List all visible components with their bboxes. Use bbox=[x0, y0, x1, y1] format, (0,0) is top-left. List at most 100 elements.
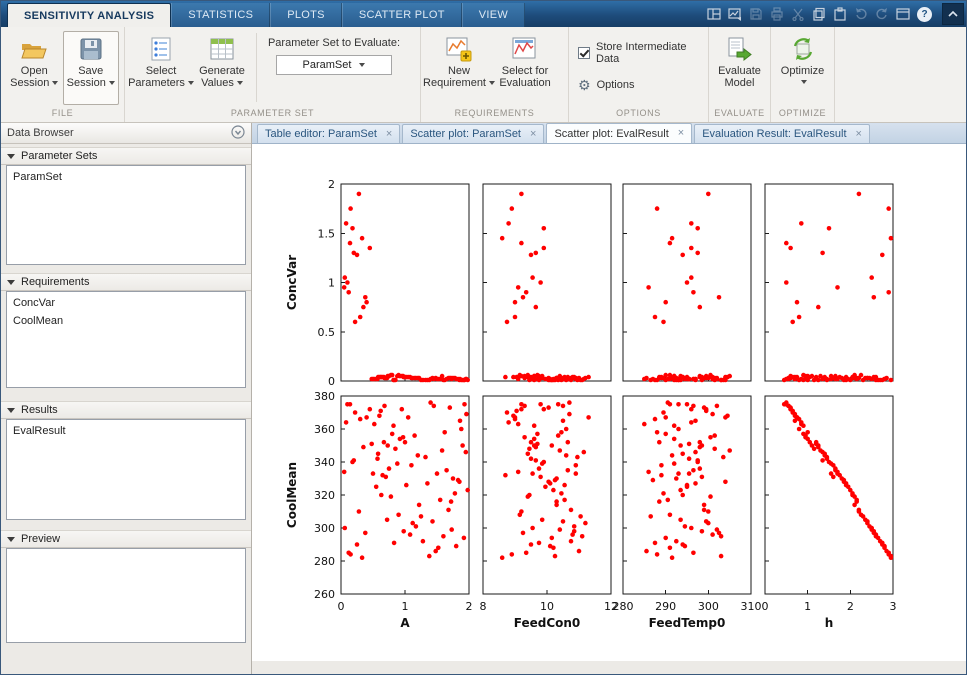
collapse-triangle-icon bbox=[7, 407, 15, 413]
svg-text:1.5: 1.5 bbox=[318, 227, 336, 240]
svg-text:310: 310 bbox=[741, 600, 762, 613]
select-for-evaluation-button[interactable]: Select for Evaluation bbox=[492, 31, 558, 105]
svg-text:0: 0 bbox=[338, 600, 345, 613]
svg-text:3: 3 bbox=[890, 600, 897, 613]
new-requirement-button[interactable]: New Requirement bbox=[423, 31, 495, 105]
ribbon-group-parameter-set: Select Parameters Generate Values Parame… bbox=[125, 27, 421, 122]
section-header-requirements[interactable]: Requirements bbox=[1, 273, 251, 291]
svg-text:290: 290 bbox=[655, 600, 676, 613]
tab-view[interactable]: VIEW bbox=[461, 3, 526, 27]
tab-sensitivity-analysis[interactable]: SENSITIVITY ANALYSIS bbox=[7, 3, 172, 27]
scatter-plot-canvas[interactable]: ConcVar 0 0.5 1 1.5 2 CoolMean 260 280 300 320 340 3… bbox=[252, 144, 966, 661]
new-requirement-label2: Requirement bbox=[423, 77, 486, 89]
generate-values-icon bbox=[210, 35, 234, 63]
preview-box bbox=[6, 548, 246, 643]
svg-text:CoolMean: CoolMean bbox=[285, 462, 299, 528]
minimize-toolstrip-icon[interactable] bbox=[942, 3, 964, 25]
section-header-results[interactable]: Results bbox=[1, 401, 251, 419]
dropdown-caret-icon bbox=[801, 80, 807, 84]
data-browser-header: Data Browser bbox=[1, 123, 251, 144]
options-button[interactable]: ⚙ Options bbox=[578, 78, 699, 92]
svg-text:0: 0 bbox=[328, 375, 335, 388]
checkbox-checked-icon bbox=[578, 47, 590, 59]
doc-tab-scatter-paramset[interactable]: Scatter plot: ParamSet × bbox=[402, 124, 545, 143]
section-title: Parameter Sets bbox=[21, 150, 98, 162]
doc-tab-label: Scatter plot: EvalResult bbox=[554, 127, 669, 140]
svg-text:2: 2 bbox=[847, 600, 854, 613]
scatter-plot-matrix[interactable]: ConcVar00.511.52CoolMean2602803003203403… bbox=[252, 144, 964, 661]
print-icon[interactable] bbox=[766, 4, 787, 24]
select-for-evaluation-label1: Select for bbox=[501, 65, 549, 77]
evaluate-model-label2: Model bbox=[724, 77, 755, 89]
doc-tab-label: Table editor: ParamSet bbox=[265, 128, 377, 140]
toolstrip-tab-bar: SENSITIVITY ANALYSIS STATISTICS PLOTS SC… bbox=[1, 1, 966, 27]
window-icon[interactable] bbox=[892, 4, 913, 24]
optimize-icon bbox=[791, 35, 815, 63]
cut-icon[interactable] bbox=[787, 4, 808, 24]
ribbon-group-evaluate: Evaluate Model EVALUATE bbox=[709, 27, 771, 122]
requirements-list[interactable]: ConcVar CoolMean bbox=[6, 291, 246, 388]
ribbon-group-requirements: New Requirement Select for Evaluation RE… bbox=[421, 27, 569, 122]
chevron-down-icon bbox=[359, 63, 366, 67]
paste-icon[interactable] bbox=[829, 4, 850, 24]
section-header-parameter-sets[interactable]: Parameter Sets bbox=[1, 147, 251, 165]
generate-values-button[interactable]: Generate Values bbox=[192, 31, 252, 105]
redo-icon[interactable] bbox=[871, 4, 892, 24]
list-item[interactable]: CoolMean bbox=[7, 312, 245, 330]
ribbon-group-file: Open Session Save Session FILE bbox=[1, 27, 125, 122]
close-icon[interactable]: × bbox=[386, 128, 392, 140]
document-tab-bar: Table editor: ParamSet × Scatter plot: P… bbox=[252, 123, 966, 144]
select-for-evaluation-label2: Evaluation bbox=[499, 77, 551, 89]
options-label: Options bbox=[596, 79, 635, 91]
list-item[interactable]: ParamSet bbox=[7, 168, 245, 186]
data-browser-panel: Data Browser Parameter Sets ParamSet Req… bbox=[1, 123, 252, 674]
list-item[interactable]: EvalResult bbox=[7, 422, 245, 440]
parameter-sets-list[interactable]: ParamSet bbox=[6, 165, 246, 265]
save-session-button[interactable]: Save Session bbox=[62, 31, 119, 105]
layout-icon[interactable] bbox=[703, 4, 724, 24]
tab-plots[interactable]: PLOTS bbox=[270, 3, 342, 27]
svg-text:0: 0 bbox=[762, 600, 769, 613]
save-icon[interactable] bbox=[745, 4, 766, 24]
screenshot-icon[interactable] bbox=[724, 4, 745, 24]
panel-menu-icon[interactable] bbox=[231, 124, 245, 142]
close-icon[interactable]: × bbox=[530, 128, 536, 140]
evaluate-model-button[interactable]: Evaluate Model bbox=[714, 31, 765, 105]
results-list[interactable]: EvalResult bbox=[6, 419, 246, 520]
section-title: Preview bbox=[21, 533, 61, 545]
copy-icon[interactable] bbox=[808, 4, 829, 24]
collapse-triangle-icon bbox=[7, 153, 15, 159]
open-session-label1: Open bbox=[20, 65, 48, 77]
open-session-button[interactable]: Open Session bbox=[6, 31, 63, 105]
section-header-preview[interactable]: Preview bbox=[1, 530, 251, 548]
dropdown-caret-icon bbox=[236, 81, 243, 85]
new-requirement-label1: New bbox=[447, 65, 470, 77]
tab-scatter-plot[interactable]: SCATTER PLOT bbox=[341, 3, 462, 27]
ribbon-group-options: Store Intermediate Data ⚙ Options OPTION… bbox=[569, 27, 709, 122]
help-icon[interactable]: ? bbox=[917, 6, 932, 22]
close-icon[interactable]: × bbox=[678, 128, 684, 139]
select-parameters-button[interactable]: Select Parameters bbox=[128, 31, 194, 105]
optimize-button[interactable]: Optimize bbox=[776, 31, 829, 105]
save-session-label1: Save bbox=[78, 65, 104, 77]
select-parameters-icon bbox=[150, 35, 172, 63]
doc-tab-scatter-evalresult[interactable]: Scatter plot: EvalResult × bbox=[546, 123, 693, 143]
svg-text:320: 320 bbox=[314, 489, 335, 502]
ribbon: Open Session Save Session FILE Select Pa… bbox=[1, 27, 966, 123]
group-label-options: OPTIONS bbox=[616, 108, 661, 118]
group-label-parameter-set: PARAMETER SET bbox=[230, 108, 315, 118]
tab-statistics[interactable]: STATISTICS bbox=[171, 3, 271, 27]
doc-tab-table-editor[interactable]: Table editor: ParamSet × bbox=[257, 124, 401, 143]
param-set-dropdown-value: ParamSet bbox=[302, 59, 352, 71]
doc-tab-evaluation-result[interactable]: Evaluation Result: EvalResult × bbox=[694, 124, 870, 143]
list-item[interactable]: ConcVar bbox=[7, 294, 245, 312]
evaluate-model-icon bbox=[727, 35, 752, 63]
store-intermediate-data-checkbox[interactable]: Store Intermediate Data bbox=[578, 41, 699, 65]
undo-icon[interactable] bbox=[850, 4, 871, 24]
select-parameters-label1: Select bbox=[145, 65, 177, 77]
gear-icon: ⚙ bbox=[578, 77, 591, 93]
param-set-dropdown[interactable]: ParamSet bbox=[276, 55, 392, 75]
svg-text:8: 8 bbox=[480, 600, 487, 613]
close-icon[interactable]: × bbox=[856, 128, 862, 140]
svg-text:280: 280 bbox=[314, 555, 335, 568]
